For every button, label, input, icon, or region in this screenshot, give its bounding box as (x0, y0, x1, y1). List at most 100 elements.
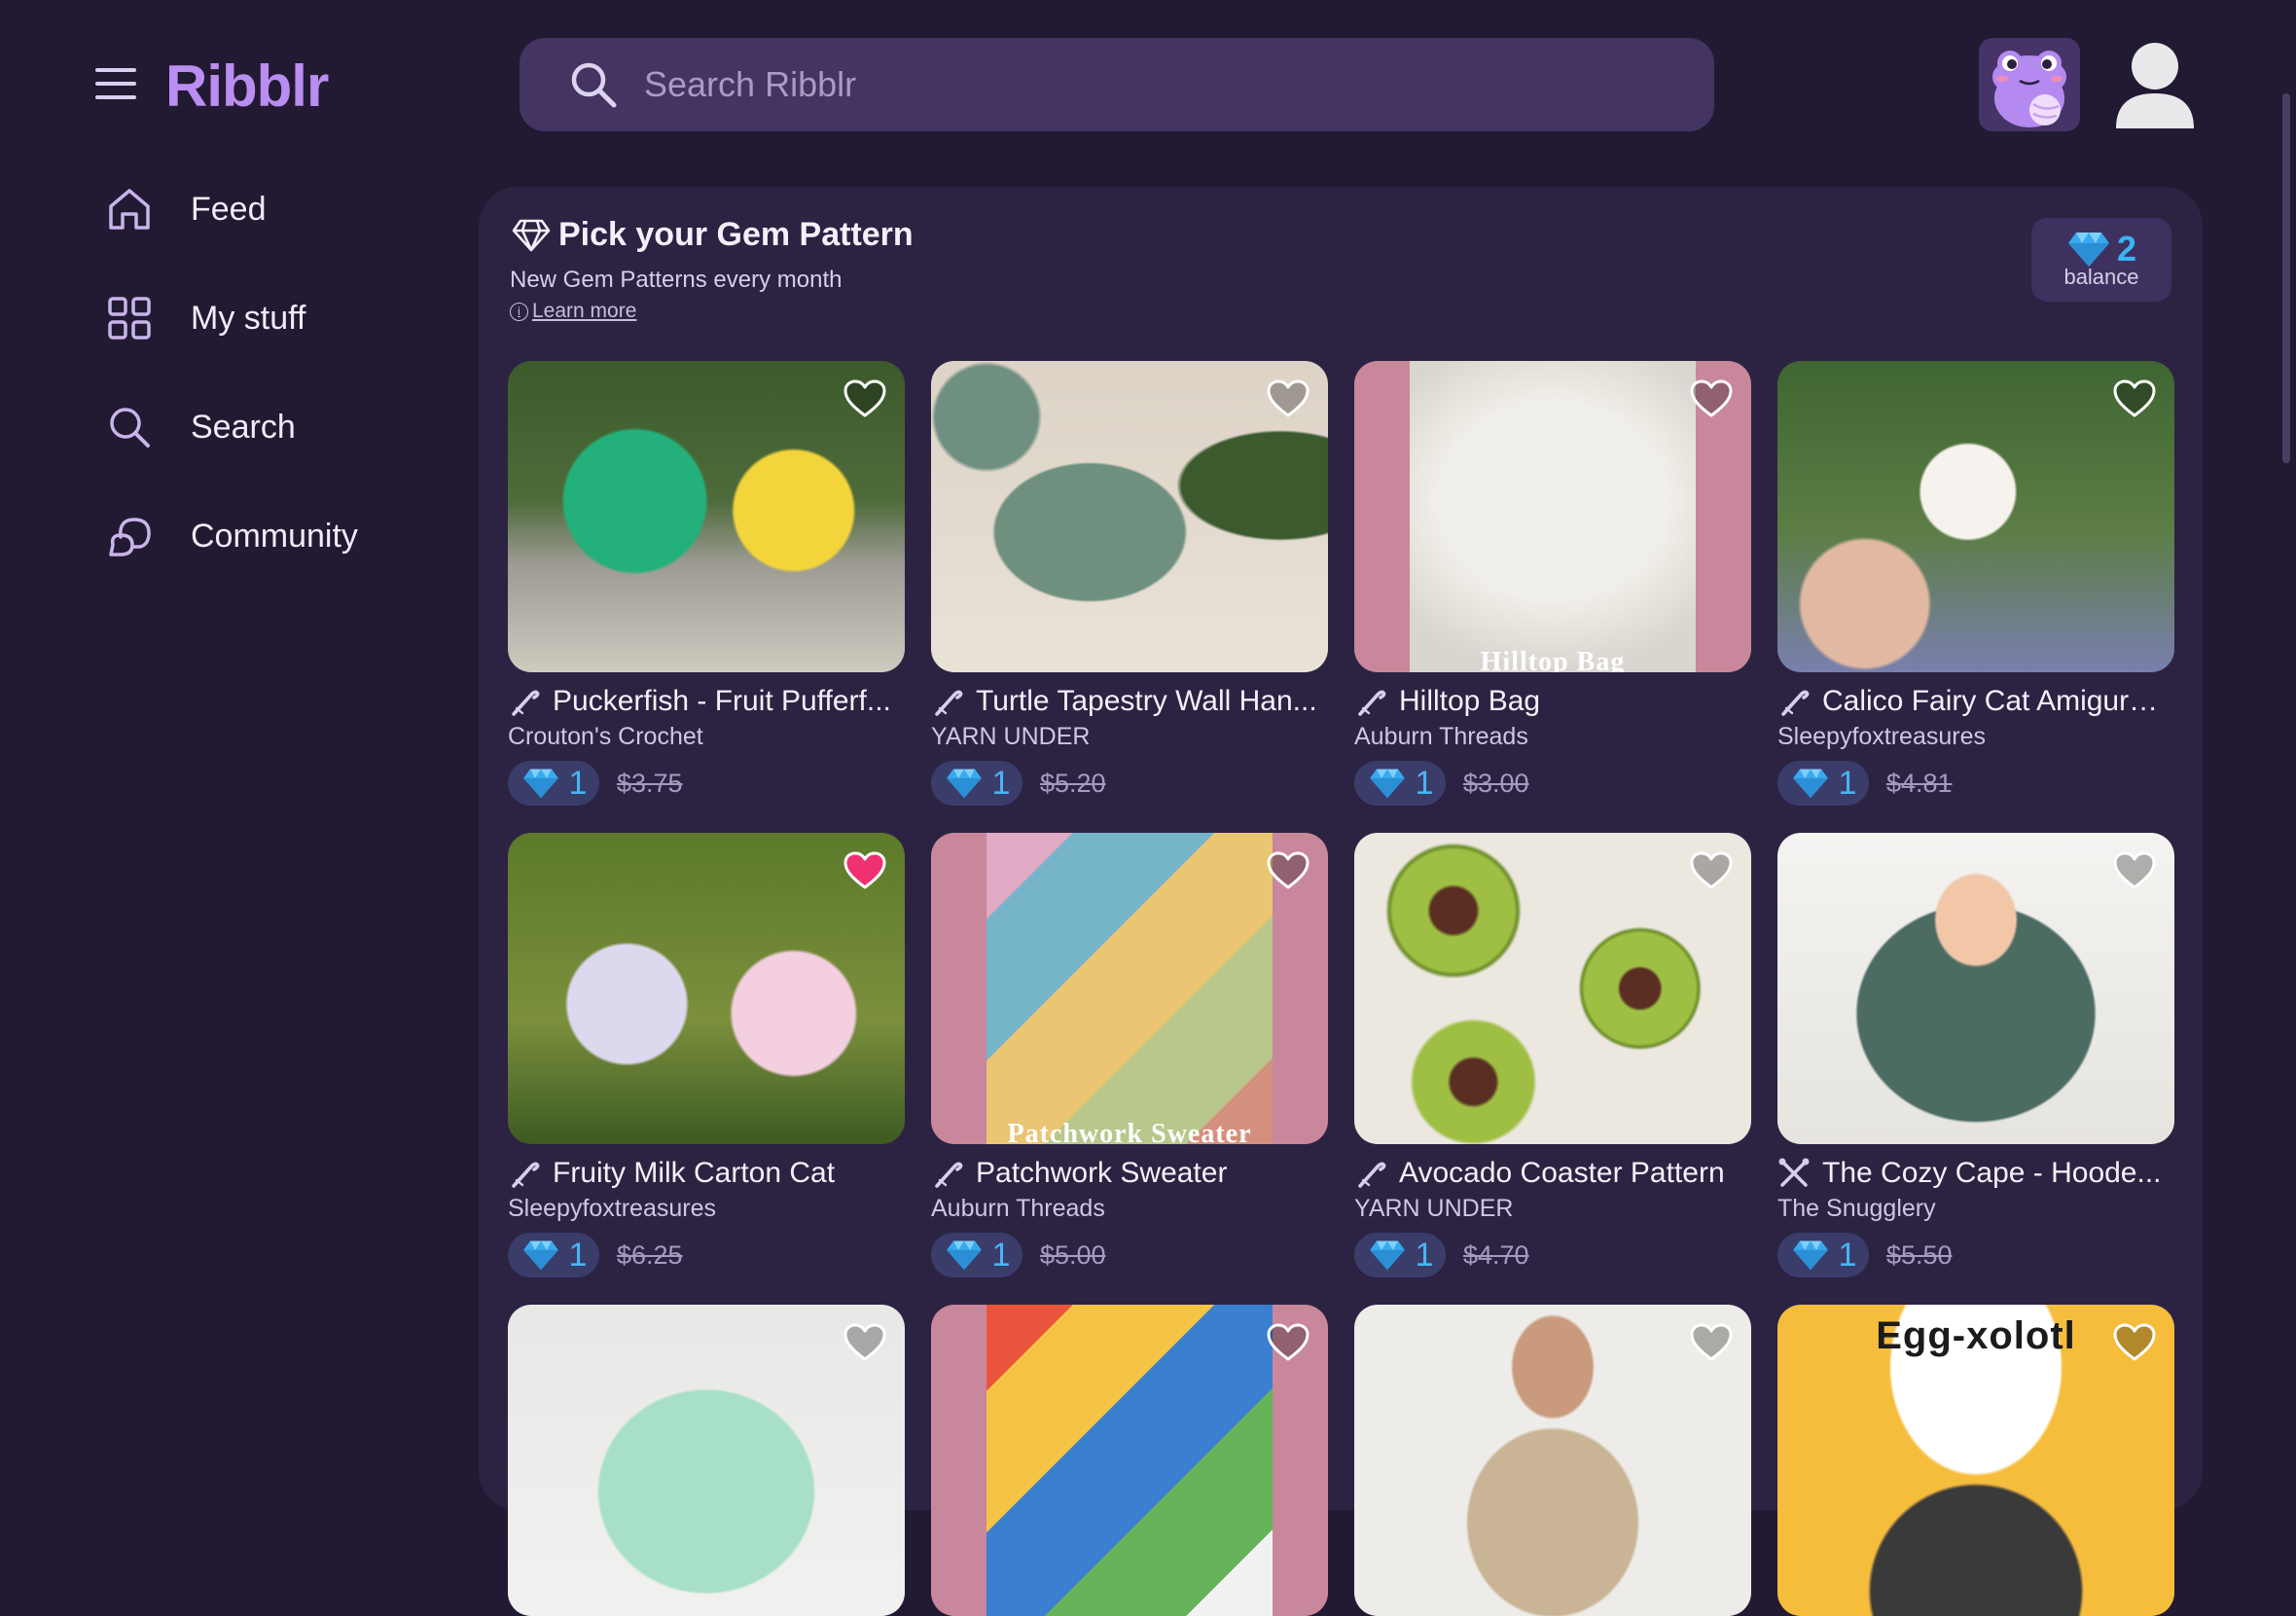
pricing-row: 1 $3.00 (1354, 761, 1751, 806)
pattern-image[interactable] (1777, 361, 2174, 672)
gem-price-button[interactable]: 1 (931, 1233, 1022, 1277)
gem-icon (1792, 769, 1828, 799)
pattern-title-link[interactable]: Puckerfish - Fruit Pufferf... (508, 682, 905, 721)
favorite-button[interactable] (843, 378, 887, 424)
pattern-image[interactable] (508, 1305, 905, 1616)
favorite-button[interactable] (2112, 1322, 2157, 1368)
pattern-image[interactable] (1354, 833, 1751, 1144)
pattern-title-link[interactable]: Hilltop Bag (1354, 682, 1751, 721)
pattern-card[interactable] (931, 1305, 1328, 1616)
pattern-title: Patchwork Sweater (976, 1157, 1228, 1189)
pricing-row: 1 $4.70 (1354, 1233, 1751, 1277)
gem-price-button[interactable]: 1 (931, 761, 1022, 806)
pattern-title-link[interactable]: The Cozy Cape - Hoode... (1777, 1154, 2174, 1193)
designer-name[interactable]: Auburn Threads (931, 1195, 1328, 1223)
heart-icon (1690, 851, 1733, 889)
pattern-image[interactable] (1354, 1305, 1751, 1616)
pattern-title-link[interactable]: Turtle Tapestry Wall Han... (931, 682, 1328, 721)
sidebar-item-search[interactable]: Search (103, 393, 296, 461)
pattern-title: The Cozy Cape - Hoode... (1822, 1157, 2162, 1189)
pattern-card[interactable]: Puckerfish - Fruit Pufferf... Crouton's C… (508, 361, 905, 806)
gem-price-button[interactable]: 1 (1354, 1233, 1446, 1277)
favorite-button[interactable] (1266, 1322, 1310, 1368)
gem-price-button[interactable]: 1 (1777, 1233, 1869, 1277)
pattern-title-link[interactable]: Patchwork Sweater (931, 1154, 1328, 1193)
pattern-title-link[interactable]: Fruity Milk Carton Cat (508, 1154, 905, 1193)
designer-name[interactable]: Crouton's Crochet (508, 723, 905, 751)
gem-price-button[interactable]: 1 (1777, 761, 1869, 806)
pattern-title-link[interactable]: Calico Fairy Cat Amiguru... (1777, 682, 2174, 721)
search-input[interactable] (642, 63, 1668, 106)
image-caption: Hilltop Bag (1480, 647, 1626, 672)
search-bar[interactable] (520, 38, 1714, 131)
original-price: $4.81 (1886, 768, 1953, 798)
pattern-card[interactable]: Calico Fairy Cat Amiguru... Sleepyfoxtrea… (1777, 361, 2174, 806)
pattern-image[interactable] (931, 361, 1328, 672)
favorite-button[interactable] (843, 1322, 887, 1368)
page-scrollbar[interactable] (2282, 93, 2290, 463)
favorite-button[interactable] (2112, 850, 2157, 896)
gem-icon (522, 769, 558, 799)
pattern-image[interactable] (508, 833, 905, 1144)
sidebar-item-feed[interactable]: Feed (103, 175, 267, 243)
favorite-button[interactable] (1266, 850, 1310, 896)
pattern-card[interactable]: Turtle Tapestry Wall Han... YARN UNDER 1 $5… (931, 361, 1328, 806)
hamburger-menu-button[interactable] (95, 68, 136, 101)
gem-balance-label: balance (2063, 265, 2139, 289)
designer-name[interactable]: Auburn Threads (1354, 723, 1751, 751)
pattern-card[interactable]: The Cozy Cape - Hoode... The Snugglery 1 $5… (1777, 833, 2174, 1277)
pattern-card[interactable]: Avocado Coaster Pattern YARN UNDER 1 $4.70 (1354, 833, 1751, 1277)
pattern-image[interactable] (1777, 833, 2174, 1144)
pattern-image[interactable]: Egg-xolotl (1777, 1305, 2174, 1616)
original-price: $4.70 (1463, 1239, 1529, 1270)
pattern-image[interactable] (931, 1305, 1328, 1616)
designer-name[interactable]: Sleepyfoxtreasures (508, 1195, 905, 1223)
favorite-button[interactable] (1689, 1322, 1734, 1368)
pattern-card[interactable]: Fruity Milk Carton Cat Sleepyfoxtreasures… (508, 833, 905, 1277)
heart-icon (2113, 851, 2156, 889)
sidebar-item-my-stuff[interactable]: My stuff (103, 284, 305, 352)
gem-balance-badge[interactable]: 2 balance (2031, 218, 2171, 302)
original-price: $3.75 (617, 768, 683, 798)
gem-price-button[interactable]: 1 (508, 1233, 599, 1277)
sidebar-item-label: Feed (191, 190, 267, 228)
heart-icon (1267, 851, 1309, 889)
learn-more-link[interactable]: i Learn more (510, 300, 636, 323)
heart-icon (2113, 379, 2156, 417)
pattern-title-link[interactable]: Avocado Coaster Pattern (1354, 1154, 1751, 1193)
home-icon (103, 183, 156, 235)
sidebar-item-community[interactable]: Community (103, 502, 358, 570)
favorite-button[interactable] (1266, 378, 1310, 424)
pricing-row: 1 $3.75 (508, 761, 905, 806)
gem-price-value: 1 (1838, 764, 1857, 802)
pattern-image[interactable] (508, 361, 905, 672)
app-logo[interactable]: Ribblr (165, 53, 329, 121)
gem-price-button[interactable]: 1 (1354, 761, 1446, 806)
pattern-card[interactable]: Hilltop Bag Hilltop Bag Auburn Threads 1 $3.… (1354, 361, 1751, 806)
pattern-card[interactable]: Egg-xolotl (1777, 1305, 2174, 1616)
pattern-image[interactable]: Hilltop Bag (1354, 361, 1751, 672)
designer-name[interactable]: YARN UNDER (931, 723, 1328, 751)
designer-name[interactable]: The Snugglery (1777, 1195, 2174, 1223)
knitting-needles-icon (1778, 1158, 1810, 1187)
crochet-hook-icon (512, 1162, 540, 1188)
gem-price-button[interactable]: 1 (508, 761, 599, 806)
pattern-card[interactable] (1354, 1305, 1751, 1616)
favorite-button[interactable] (843, 850, 887, 896)
diamond-outline-icon (512, 219, 551, 251)
gem-icon (522, 1240, 558, 1271)
pattern-card[interactable]: Patchwork Sweater Patchwork Sweater Auburn… (931, 833, 1328, 1277)
mascot-avatar-button[interactable] (1979, 38, 2080, 131)
favorite-button[interactable] (2112, 378, 2157, 424)
pattern-card[interactable] (508, 1305, 905, 1616)
pattern-title: Calico Fairy Cat Amiguru... (1822, 685, 2169, 717)
favorite-button[interactable] (1689, 850, 1734, 896)
designer-name[interactable]: YARN UNDER (1354, 1195, 1751, 1223)
pattern-image[interactable]: Patchwork Sweater (931, 833, 1328, 1144)
learn-more-label: Learn more (532, 300, 637, 322)
chat-bubbles-icon (103, 510, 156, 562)
user-profile-button[interactable] (2111, 39, 2199, 132)
favorite-button[interactable] (1689, 378, 1734, 424)
designer-name[interactable]: Sleepyfoxtreasures (1777, 723, 2174, 751)
heart-icon (843, 1323, 886, 1361)
